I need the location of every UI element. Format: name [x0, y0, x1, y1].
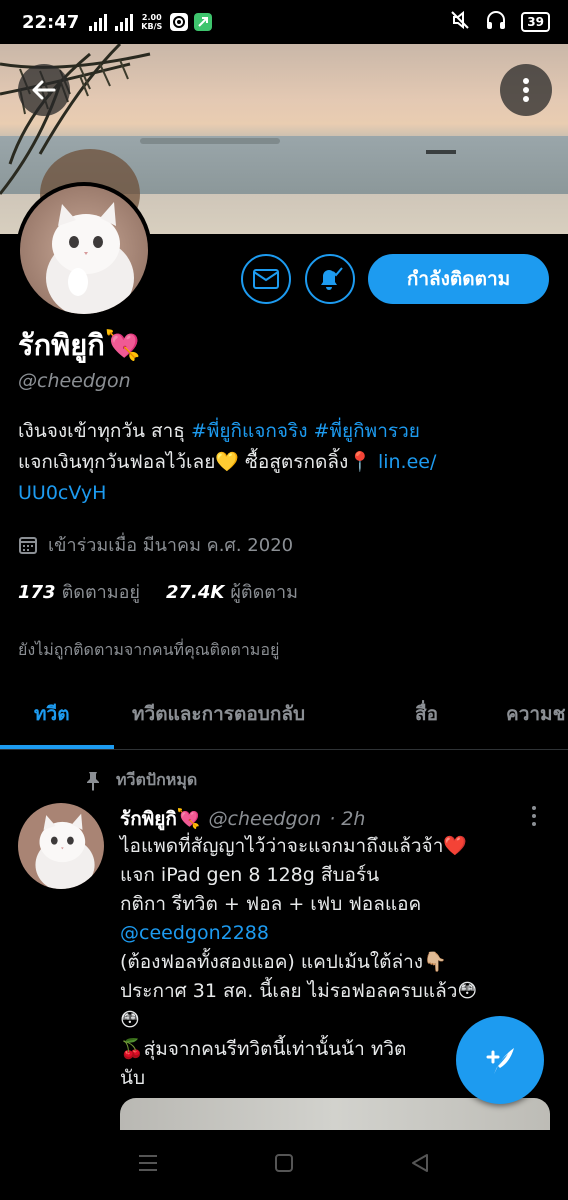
active-tab-indicator [0, 745, 114, 749]
tweet-author-handle[interactable]: @cheedgon [209, 808, 322, 830]
recent-apps-button[interactable] [137, 1153, 159, 1177]
tweet-more-icon[interactable] [532, 806, 536, 826]
profile-display-name: รักพิยูกิ💘 [18, 328, 141, 362]
mute-icon [449, 9, 471, 35]
system-nav-bar [0, 1130, 568, 1200]
clock: 22:47 [22, 11, 80, 33]
pin-icon [87, 771, 99, 791]
followers-link[interactable]: 27.4K ผู้ติดตาม [166, 577, 298, 606]
headphones-icon [485, 9, 507, 35]
message-button[interactable] [241, 254, 291, 304]
pinned-label: ทวีตปักหมุด [84, 768, 197, 793]
compose-feather-icon [486, 1048, 514, 1074]
square-icon [275, 1154, 293, 1172]
tab-media[interactable]: สื่อ [415, 684, 438, 748]
back-button[interactable] [18, 64, 70, 116]
envelope-icon [253, 269, 279, 289]
mention-link[interactable]: @ceedgon2288 [120, 919, 552, 948]
hashtag-link[interactable]: #พี่ยูกิแจกจริง [191, 420, 308, 442]
signal-icon-2 [115, 13, 134, 31]
following-button[interactable]: กำลังติดตาม [368, 254, 549, 304]
bio-url-link[interactable]: UU0cVyH [18, 482, 106, 504]
battery-indicator: 39 [521, 12, 550, 32]
network-speed: 2.00 KB/S [141, 13, 163, 31]
follow-stats: 173 ติดตามอยู่ 27.4K ผู้ติดตาม [18, 577, 298, 606]
tab-likes[interactable]: ความช [506, 684, 565, 748]
tab-tweets[interactable]: ทวีต [34, 684, 70, 748]
home-button[interactable] [273, 1152, 295, 1178]
notifications-button[interactable] [305, 254, 355, 304]
bio-url-link[interactable]: lin.ee/ [378, 451, 436, 473]
tweet-timestamp: · 2h [329, 808, 366, 830]
following-link[interactable]: 173 ติดตามอยู่ [18, 577, 140, 606]
menu-lines-icon [139, 1155, 157, 1171]
app-notification-icon-2 [194, 13, 213, 31]
bell-check-icon [321, 267, 343, 290]
more-vertical-icon [523, 78, 529, 102]
app-notification-icon [170, 13, 189, 31]
profile-tabs: ทวีต ทวีตและการตอบกลับ สื่อ ความช [0, 684, 568, 750]
profile-avatar[interactable] [16, 182, 152, 318]
profile-bio: เงินจงเข้าทุกวัน สาธุ #พี่ยูกิแจกจริง #พ… [18, 420, 437, 504]
tab-tweets-replies[interactable]: ทวีตและการตอบกลับ [132, 684, 305, 748]
tweet-author-avatar[interactable] [18, 803, 104, 889]
tweet-header: รักพิยูกิ💘 @cheedgon · 2h [120, 804, 365, 834]
tweet-author-name[interactable]: รักพิยูกิ💘 [120, 804, 201, 834]
not-followed-note: ยังไม่ถูกติดตามจากคนที่คุณติดตามอยู่ [18, 640, 280, 659]
signal-icon [89, 13, 108, 31]
hashtag-link[interactable]: #พี่ยูกิพารวย [314, 420, 420, 442]
profile-handle: @cheedgon [18, 370, 131, 392]
calendar-icon [19, 536, 37, 554]
status-bar: 22:47 2.00 KB/S 39 [0, 0, 568, 44]
triangle-back-icon [412, 1154, 428, 1172]
joined-date: เข้าร่วมเมื่อ มีนาคม ค.ศ. 2020 [18, 530, 293, 559]
back-nav-button[interactable] [409, 1152, 431, 1178]
arrow-left-icon [32, 80, 56, 100]
more-options-button[interactable] [500, 64, 552, 116]
compose-tweet-button[interactable] [456, 1016, 544, 1104]
